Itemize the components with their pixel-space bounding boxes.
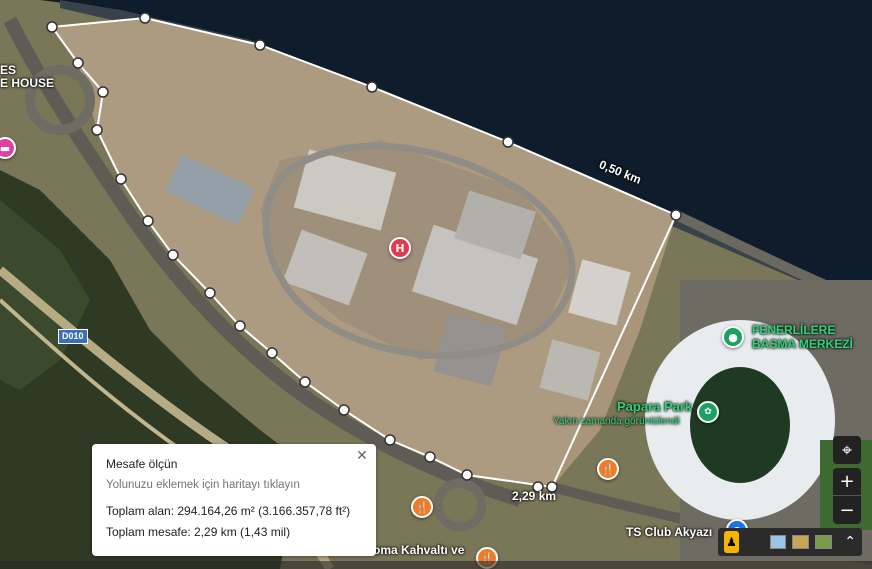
place-label-ts-club[interactable]: TS Club Akyazı [626, 526, 712, 539]
expand-layers-icon[interactable]: ⌃ [844, 534, 856, 550]
place-label-kahvalti[interactable]: oma Kahvaltı ve [373, 544, 464, 557]
attribution-bar [0, 561, 872, 569]
measure-vertex[interactable] [139, 12, 151, 24]
layer-thumb-satellite[interactable] [815, 535, 833, 549]
layer-thumb-terrain[interactable] [792, 535, 810, 549]
place-label-fenerlilere[interactable]: FENERLİLERE BASMA MERKEZİ [752, 323, 853, 351]
card-title: Mesafe ölçün [106, 457, 178, 471]
segment-distance-bottom: 2,29 km [512, 489, 557, 503]
measure-vertex[interactable] [115, 173, 127, 185]
measure-vertex[interactable] [46, 21, 58, 33]
road-shield-d010: D010 [58, 329, 88, 344]
measure-vertex[interactable] [461, 469, 473, 481]
measure-vertex[interactable] [670, 209, 682, 221]
measure-distance-card: ✕ Mesafe ölçün Yolunuzu eklemek için har… [92, 444, 376, 556]
measure-vertex[interactable] [142, 215, 154, 227]
restaurant-pin-icon[interactable]: 🍴 [411, 496, 433, 518]
measure-vertex[interactable] [366, 81, 378, 93]
zoom-in-button[interactable]: + [833, 468, 861, 496]
measure-vertex[interactable] [72, 57, 84, 69]
measure-vertex[interactable] [204, 287, 216, 299]
layer-bar: ♟ ⌃ [718, 528, 862, 556]
measure-vertex[interactable] [167, 249, 179, 261]
measure-vertex[interactable] [254, 39, 266, 51]
place-label-papara-note: Yakın zamanda görüntülendi [553, 416, 680, 427]
close-icon[interactable]: ✕ [354, 448, 370, 464]
measure-vertex[interactable] [502, 136, 514, 148]
measure-vertex[interactable] [424, 451, 436, 463]
landmark-pin-icon[interactable]: ● [722, 326, 744, 348]
zoom-out-button[interactable]: − [833, 496, 861, 524]
measure-vertex[interactable] [299, 376, 311, 388]
measure-vertex[interactable] [91, 124, 103, 136]
measure-vertex[interactable] [266, 347, 278, 359]
restaurant-pin-icon[interactable]: 🍴 [597, 458, 619, 480]
park-pin-icon[interactable]: ✿ [697, 401, 719, 423]
measure-vertex[interactable] [234, 320, 246, 332]
zoom-controls: + − [833, 468, 861, 524]
hospital-pin-icon[interactable]: H [389, 237, 411, 259]
my-location-button[interactable]: ⌖ [833, 436, 861, 464]
layer-thumb-map[interactable] [769, 535, 787, 549]
measure-vertex[interactable] [338, 404, 350, 416]
place-label-papara-park[interactable]: Papara Park [617, 400, 692, 413]
total-distance: Toplam mesafe: 2,29 km (1,43 mil) [106, 525, 291, 539]
card-hint: Yolunuzu eklemek için haritayı tıklayın [106, 479, 300, 491]
measure-vertex[interactable] [97, 86, 109, 98]
measure-vertex[interactable] [384, 434, 396, 446]
pegman-icon[interactable]: ♟ [724, 531, 739, 553]
total-area: Toplam alan: 294.164,26 m² (3.166.357,78… [106, 504, 351, 518]
place-label-house[interactable]: ES E HOUSE [0, 64, 54, 90]
